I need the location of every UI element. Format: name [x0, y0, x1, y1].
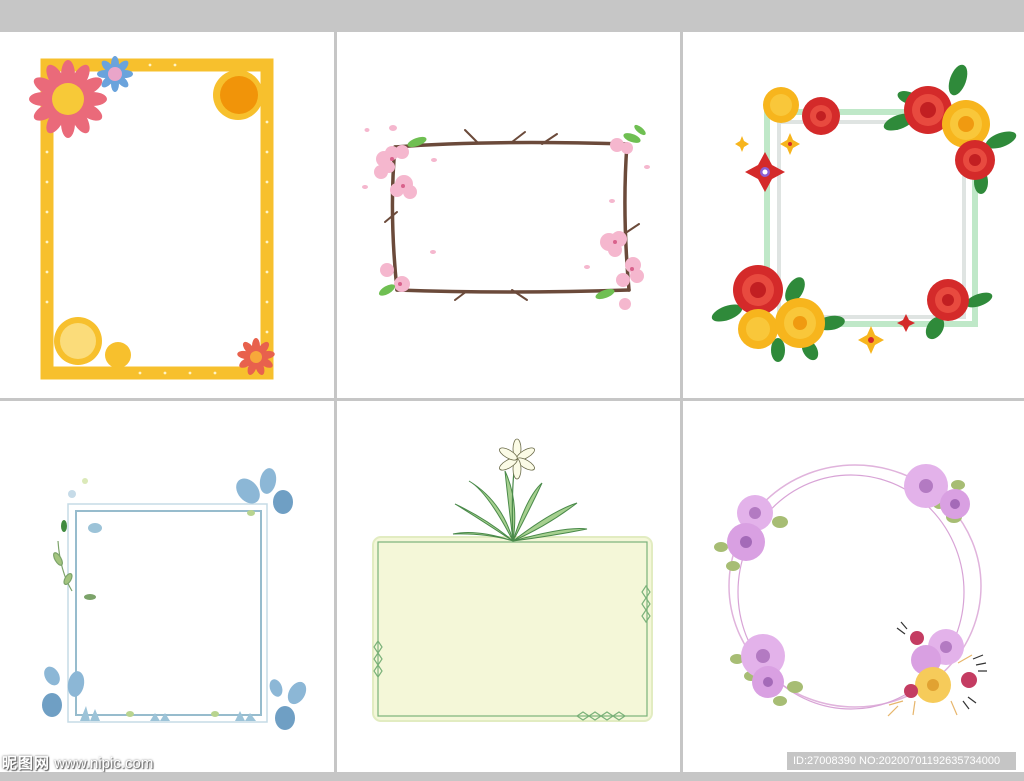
circle-bottom-left-inner	[60, 323, 96, 359]
frame-panel-yellow-floral	[0, 32, 334, 398]
blue-daisy-icon	[97, 56, 133, 92]
watermark-site-name: 昵图网	[2, 755, 51, 772]
grass-tufts	[80, 706, 256, 721]
frame-panel-flower-ring	[683, 401, 1024, 772]
frame-panel-lily-label	[337, 401, 680, 772]
circle-bottom-small	[105, 342, 131, 368]
label-background	[372, 536, 653, 722]
frame-panel-blue-leaf	[0, 401, 334, 772]
watermark-site-url: www.nipic.com	[54, 755, 154, 772]
flower-icon	[727, 464, 977, 703]
frame-panel-cherry-branch	[337, 32, 680, 398]
rose-icon	[733, 86, 995, 349]
watermark-id: ID:27008390 NO:20200701192635734000	[787, 752, 1016, 770]
branch-frame	[384, 129, 640, 301]
blue-frame-inner	[75, 510, 262, 716]
watermark-site: 昵图网 www.nipic.com	[2, 752, 153, 773]
dots	[68, 478, 88, 498]
blossom-centers	[390, 157, 634, 286]
leaf-icon	[42, 468, 307, 730]
blue-frame-outer	[67, 503, 268, 723]
frame-panel-paper-rose	[683, 32, 1024, 398]
green-leaves	[378, 124, 646, 300]
lily-plant-icon	[452, 438, 588, 542]
sun-circle-inner	[220, 76, 258, 114]
